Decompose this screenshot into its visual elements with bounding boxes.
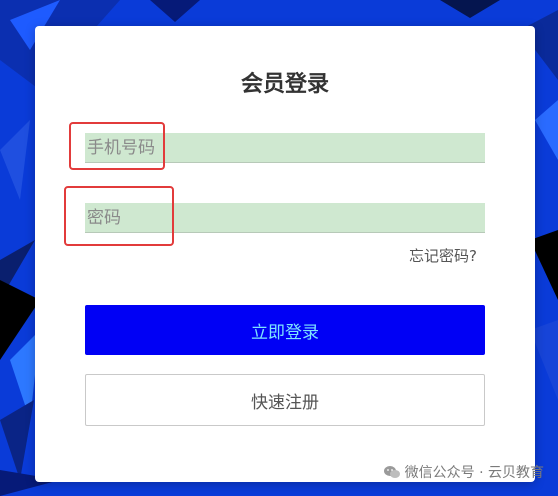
- wechat-icon: [383, 466, 400, 478]
- forgot-password-link[interactable]: 忘记密码?: [409, 245, 477, 266]
- phone-input[interactable]: [85, 133, 485, 163]
- login-card: 会员登录 忘记密码? 立即登录 快速注册: [35, 26, 535, 482]
- login-button[interactable]: 立即登录: [85, 305, 485, 355]
- register-button[interactable]: 快速注册: [85, 374, 485, 426]
- login-title: 会员登录: [240, 72, 329, 97]
- watermark-text: 微信公众号 · 云贝教育: [404, 465, 544, 481]
- watermark: 微信公众号 · 云贝教育: [383, 462, 544, 482]
- password-input[interactable]: [85, 203, 485, 233]
